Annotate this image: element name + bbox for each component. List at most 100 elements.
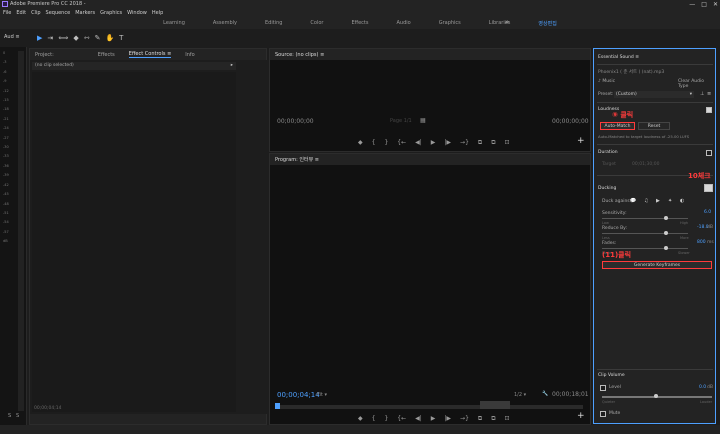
solo-left-button[interactable]: S xyxy=(8,413,11,419)
menu-graphics[interactable]: Graphics xyxy=(100,9,122,17)
menu-help[interactable]: Help xyxy=(152,9,163,17)
menu-sequence[interactable]: Sequence xyxy=(46,9,71,17)
fades-value[interactable]: 800 xyxy=(697,240,706,245)
go-to-in-icon[interactable]: {← xyxy=(397,139,406,147)
extract-icon[interactable]: ⧉ xyxy=(491,415,495,423)
close-button[interactable]: ✕ xyxy=(713,0,718,9)
lift-icon[interactable]: ⧉ xyxy=(478,415,482,423)
sfx-duck-icon[interactable]: ▶ xyxy=(656,198,660,204)
hand-tool-icon[interactable]: ✋ xyxy=(105,34,114,42)
essential-sound-menu-icon[interactable]: ≡ xyxy=(635,55,639,60)
add-marker-icon[interactable]: ◆ xyxy=(358,415,363,423)
go-to-out-icon[interactable]: →} xyxy=(460,415,469,423)
workspace-audio[interactable]: Audio xyxy=(382,20,424,26)
menu-window[interactable]: Window xyxy=(127,9,147,17)
menu-edit[interactable]: Edit xyxy=(16,9,26,17)
workspace-learning[interactable]: Learning xyxy=(149,20,199,26)
generate-keyframes-button[interactable]: Generate Keyframes xyxy=(602,261,712,269)
audio-meter-tab[interactable]: Aud ≡ xyxy=(4,34,20,40)
zoom-fit-select[interactable]: Fit ▾ xyxy=(317,392,327,398)
untagged-duck-icon[interactable]: ◐ xyxy=(680,198,684,204)
source-fit-icon[interactable]: ▦ xyxy=(420,117,426,124)
step-back-icon[interactable]: ◀| xyxy=(415,139,422,147)
resolution-select[interactable]: 1/2 ▾ xyxy=(514,392,526,398)
workspace-editing[interactable]: Editing xyxy=(251,20,296,26)
preset-dropdown[interactable]: (Custom) ▾ xyxy=(614,91,694,98)
razor-tool-icon[interactable]: ◆ xyxy=(73,34,78,42)
selection-tool-icon[interactable]: ▶ xyxy=(37,34,42,42)
export-frame-icon[interactable]: ⊡ xyxy=(505,139,510,147)
workspace-custom[interactable]: 영상편집 xyxy=(524,20,570,27)
fades-knob[interactable] xyxy=(664,246,668,250)
preset-menu-icon[interactable]: ≡ xyxy=(707,91,711,97)
music-duck-icon[interactable]: ♫ xyxy=(644,198,648,204)
program-timeline-ruler[interactable] xyxy=(275,401,583,409)
workspace-assembly[interactable]: Assembly xyxy=(199,20,251,26)
go-to-out-icon[interactable]: →} xyxy=(460,139,469,147)
add-marker-icon[interactable]: ◆ xyxy=(358,139,363,147)
tab-effect-controls-menu-icon[interactable]: ≡ xyxy=(167,51,171,57)
audio-meter-tab-menu-icon[interactable]: ≡ xyxy=(15,34,19,40)
more-workspaces-icon[interactable]: » xyxy=(505,18,509,26)
reset-button[interactable]: Reset xyxy=(638,122,670,130)
play-icon[interactable]: ▶ xyxy=(431,139,436,147)
sensitivity-slider[interactable] xyxy=(602,218,688,219)
play-icon[interactable]: ▶ xyxy=(431,415,436,423)
slip-tool-icon[interactable]: ⇿ xyxy=(84,34,90,42)
tab-effects[interactable]: Effects xyxy=(98,52,115,58)
track-select-tool-icon[interactable]: ⇥ xyxy=(47,34,53,42)
step-forward-icon[interactable]: |▶ xyxy=(444,139,451,147)
program-add-button[interactable]: + xyxy=(577,411,585,421)
ducking-checkbox[interactable] xyxy=(704,184,713,192)
ripple-edit-tool-icon[interactable]: ⟺ xyxy=(58,34,68,42)
step-forward-icon[interactable]: |▶ xyxy=(444,415,451,423)
mute-checkbox[interactable] xyxy=(600,411,606,417)
program-monitor-title[interactable]: Program: 인터뷰 ≡ xyxy=(275,156,319,163)
workspace-libraries[interactable]: Libraries xyxy=(475,20,525,26)
type-tool-icon[interactable]: T xyxy=(119,34,123,42)
program-timecode[interactable]: 00;00;04;14 xyxy=(277,391,320,399)
loudness-checkbox[interactable] xyxy=(706,107,712,113)
dialogue-duck-icon[interactable]: 💬 xyxy=(630,198,636,204)
step-back-icon[interactable]: ◀| xyxy=(415,415,422,423)
ambience-duck-icon[interactable]: ✦ xyxy=(668,198,672,204)
level-checkbox[interactable] xyxy=(600,385,606,391)
source-monitor-menu-icon[interactable]: ≡ xyxy=(320,52,324,58)
maximize-button[interactable]: □ xyxy=(701,0,707,9)
menu-markers[interactable]: Markers xyxy=(75,9,95,17)
menu-file[interactable]: File xyxy=(3,9,11,17)
workspace-effects[interactable]: Effects xyxy=(337,20,382,26)
tab-project[interactable]: Project: xyxy=(35,52,54,58)
mark-in-icon[interactable]: { xyxy=(372,415,376,423)
fades-slider[interactable] xyxy=(602,248,688,249)
overwrite-icon[interactable]: ⧉ xyxy=(491,139,495,147)
wrench-icon[interactable]: 🔧 xyxy=(542,391,548,397)
sensitivity-knob[interactable] xyxy=(664,216,668,220)
insert-icon[interactable]: ⧉ xyxy=(478,139,482,147)
tab-effect-controls[interactable]: Effect Controls ≡ xyxy=(128,51,172,58)
pen-tool-icon[interactable]: ✎ xyxy=(95,34,101,42)
clip-arrow-icon[interactable]: ▸ xyxy=(231,62,233,70)
mark-out-icon[interactable]: } xyxy=(384,139,388,147)
save-preset-icon[interactable]: ⊥ xyxy=(700,91,704,97)
mark-out-icon[interactable]: } xyxy=(384,415,388,423)
export-frame-icon[interactable]: ⊡ xyxy=(505,415,510,423)
solo-right-button[interactable]: S xyxy=(16,413,19,419)
workspace-color[interactable]: Color xyxy=(296,20,337,26)
level-value[interactable]: 0.0 xyxy=(699,385,706,390)
level-knob[interactable] xyxy=(654,394,658,398)
mark-in-icon[interactable]: { xyxy=(372,139,376,147)
source-add-button[interactable]: + xyxy=(577,136,585,146)
program-monitor-menu-icon[interactable]: ≡ xyxy=(315,157,319,163)
duration-checkbox[interactable] xyxy=(706,150,712,156)
auto-match-button[interactable]: Auto-Match xyxy=(600,122,635,130)
menu-clip[interactable]: Clip xyxy=(31,9,40,17)
workspace-graphics[interactable]: Graphics xyxy=(425,20,475,26)
go-to-in-icon[interactable]: {← xyxy=(397,415,406,423)
sensitivity-value[interactable]: 6.0 xyxy=(704,210,711,215)
reduce-by-knob[interactable] xyxy=(664,231,668,235)
clear-audio-type-button[interactable]: Clear Audio Type xyxy=(678,79,715,89)
reduce-by-slider[interactable] xyxy=(602,233,688,234)
source-monitor-title[interactable]: Source: (no clips) ≡ xyxy=(275,52,324,58)
tab-info[interactable]: Info xyxy=(185,52,194,58)
